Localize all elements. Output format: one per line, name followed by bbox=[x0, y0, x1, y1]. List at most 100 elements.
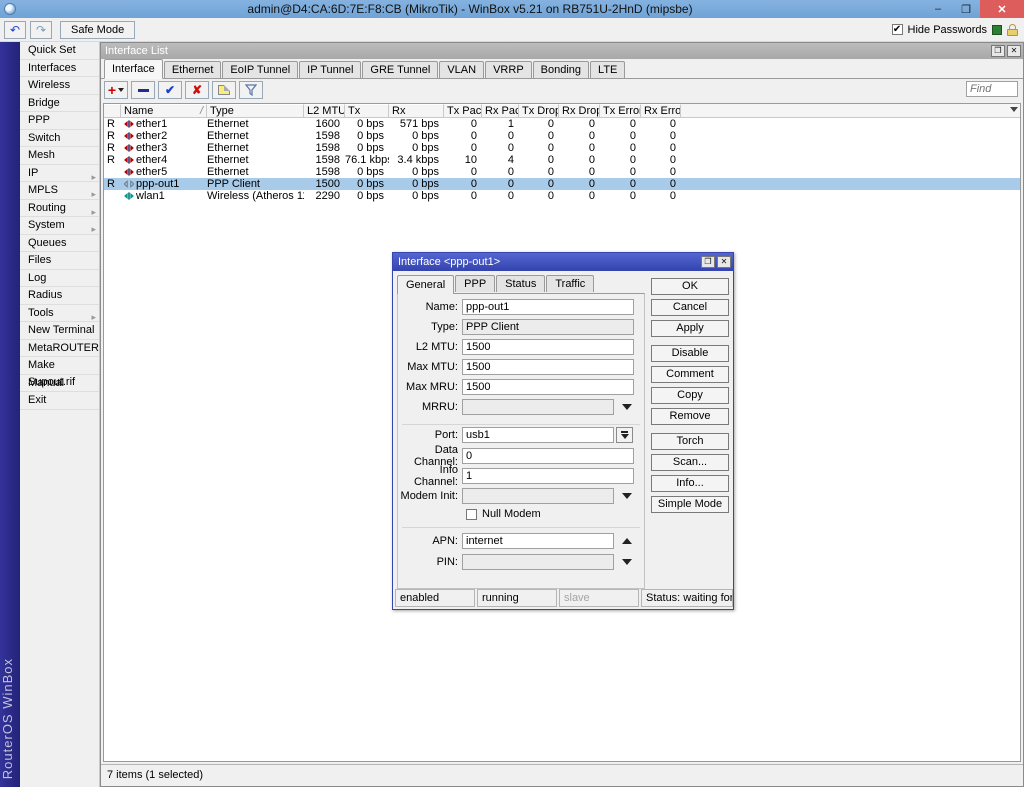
info-channel-field[interactable] bbox=[462, 468, 634, 484]
sidebar-item-ip[interactable]: IP▸ bbox=[20, 165, 99, 183]
redo-button[interactable]: ↷ bbox=[30, 21, 52, 39]
table-row-ether5[interactable]: ether5 Ethernet 1598 0 bps 0 bps 0 0 0 0… bbox=[104, 166, 1020, 178]
table-row-ether3[interactable]: R ether3 Ethernet 1598 0 bps 0 bps 0 0 0… bbox=[104, 142, 1020, 154]
dialog-close-button[interactable]: ✕ bbox=[717, 256, 731, 268]
enable-button[interactable]: ✔ bbox=[158, 81, 182, 99]
close-button[interactable]: ✕ bbox=[980, 0, 1024, 18]
tab-vlan[interactable]: VLAN bbox=[439, 61, 484, 78]
data-channel-field[interactable] bbox=[462, 448, 634, 464]
modem-init-field[interactable] bbox=[462, 488, 614, 504]
name-field[interactable] bbox=[462, 299, 634, 315]
column-filter-icon[interactable] bbox=[1010, 107, 1018, 112]
table-row-ether2[interactable]: R ether2 Ethernet 1598 0 bps 0 bps 0 0 0… bbox=[104, 130, 1020, 142]
tab-ethernet[interactable]: Ethernet bbox=[164, 61, 222, 78]
scan-button[interactable]: Scan... bbox=[651, 454, 729, 471]
column-header-tx-errors[interactable]: Tx Errors bbox=[600, 104, 641, 118]
tab-status[interactable]: Status bbox=[496, 275, 545, 292]
remove-button[interactable]: Remove bbox=[651, 408, 729, 425]
max-mru-field[interactable] bbox=[462, 379, 634, 395]
hide-passwords-checkbox[interactable]: ✔ bbox=[892, 24, 903, 35]
tab-gre-tunnel[interactable]: GRE Tunnel bbox=[362, 61, 438, 78]
column-header-tx-drops[interactable]: Tx Drops bbox=[519, 104, 559, 118]
comment-button[interactable] bbox=[212, 81, 236, 99]
window-restore-button[interactable]: ❐ bbox=[991, 45, 1005, 57]
column-header-tx[interactable]: Tx bbox=[345, 104, 389, 118]
sidebar-item-make-supout[interactable]: Make Supout.rif bbox=[20, 357, 99, 375]
column-header-type[interactable]: Type bbox=[207, 104, 304, 118]
info-button[interactable]: Info... bbox=[651, 475, 729, 492]
filter-button[interactable] bbox=[239, 81, 263, 99]
undo-button[interactable]: ↶ bbox=[4, 21, 26, 39]
apply-button[interactable]: Apply bbox=[651, 320, 729, 337]
tab-ip-tunnel[interactable]: IP Tunnel bbox=[299, 61, 361, 78]
table-row-ether1[interactable]: R ether1 Ethernet 1600 0 bps 571 bps 0 1… bbox=[104, 118, 1020, 130]
sidebar-item-interfaces[interactable]: Interfaces bbox=[20, 60, 99, 78]
column-header-l2mtu[interactable]: L2 MTU bbox=[304, 104, 345, 118]
column-header-rx-drops[interactable]: Rx Drops bbox=[559, 104, 600, 118]
find-input[interactable] bbox=[966, 81, 1018, 97]
sidebar-item-manual[interactable]: Manual bbox=[20, 375, 99, 393]
cancel-button[interactable]: Cancel bbox=[651, 299, 729, 316]
sidebar-item-switch[interactable]: Switch bbox=[20, 130, 99, 148]
sidebar-item-bridge[interactable]: Bridge bbox=[20, 95, 99, 113]
minimize-button[interactable]: – bbox=[924, 0, 952, 18]
dropdown-arrow-icon[interactable] bbox=[622, 404, 632, 410]
dropdown-arrow-icon[interactable] bbox=[622, 493, 632, 499]
column-header-rx-errors[interactable]: Rx Errors bbox=[641, 104, 681, 118]
tab-vrrp[interactable]: VRRP bbox=[485, 61, 532, 78]
sidebar-item-routing[interactable]: Routing▸ bbox=[20, 200, 99, 218]
sidebar-item-quick-set[interactable]: Quick Set bbox=[20, 42, 99, 60]
port-field[interactable] bbox=[462, 427, 614, 443]
simple-mode-button[interactable]: Simple Mode bbox=[651, 496, 729, 513]
remove-button[interactable] bbox=[131, 81, 155, 99]
apn-field[interactable] bbox=[462, 533, 614, 549]
ok-button[interactable]: OK bbox=[651, 278, 729, 295]
safe-mode-button[interactable]: Safe Mode bbox=[60, 21, 135, 39]
sidebar-item-files[interactable]: Files bbox=[20, 252, 99, 270]
mrru-field[interactable] bbox=[462, 399, 614, 415]
restore-button[interactable]: ❐ bbox=[952, 0, 980, 18]
sidebar-item-mpls[interactable]: MPLS▸ bbox=[20, 182, 99, 200]
torch-button[interactable]: Torch bbox=[651, 433, 729, 450]
dialog-restore-button[interactable]: ❐ bbox=[701, 256, 715, 268]
disable-button[interactable]: ✘ bbox=[185, 81, 209, 99]
column-header-rx-packets[interactable]: Rx Pac... bbox=[482, 104, 519, 118]
column-header-name[interactable]: Name/ bbox=[121, 104, 207, 118]
l2mtu-field[interactable] bbox=[462, 339, 634, 355]
disable-button[interactable]: Disable bbox=[651, 345, 729, 362]
tab-interface[interactable]: Interface bbox=[104, 59, 163, 79]
table-row-ppp-out1-selected[interactable]: R ppp-out1 PPP Client 1500 0 bps 0 bps 0… bbox=[104, 178, 1020, 190]
sidebar-item-metarouter[interactable]: MetaROUTER bbox=[20, 340, 99, 358]
sidebar-item-radius[interactable]: Radius bbox=[20, 287, 99, 305]
sidebar-item-queues[interactable]: Queues bbox=[20, 235, 99, 253]
tab-eoip-tunnel[interactable]: EoIP Tunnel bbox=[222, 61, 298, 78]
add-button[interactable]: + bbox=[104, 81, 128, 99]
sidebar-item-system[interactable]: System▸ bbox=[20, 217, 99, 235]
tab-ppp[interactable]: PPP bbox=[455, 275, 495, 292]
window-close-button[interactable]: ✕ bbox=[1007, 45, 1021, 57]
sidebar-item-mesh[interactable]: Mesh bbox=[20, 147, 99, 165]
sidebar-item-wireless[interactable]: Wireless bbox=[20, 77, 99, 95]
table-row-ether4[interactable]: R ether4 Ethernet 1598 76.1 kbps 3.4 kbp… bbox=[104, 154, 1020, 166]
dropdown-arrow-icon[interactable] bbox=[622, 559, 632, 565]
comment-button[interactable]: Comment bbox=[651, 366, 729, 383]
port-list-button[interactable] bbox=[616, 427, 633, 443]
sidebar-item-new-terminal[interactable]: New Terminal bbox=[20, 322, 99, 340]
pin-field[interactable] bbox=[462, 554, 614, 570]
collapse-arrow-icon[interactable] bbox=[622, 538, 632, 544]
sidebar-item-log[interactable]: Log bbox=[20, 270, 99, 288]
column-header-tx-packets[interactable]: Tx Pac... bbox=[444, 104, 482, 118]
tab-lte[interactable]: LTE bbox=[590, 61, 625, 78]
table-row-wlan1[interactable]: wlan1 Wireless (Atheros 11N) 2290 0 bps … bbox=[104, 190, 1020, 202]
tab-traffic[interactable]: Traffic bbox=[546, 275, 594, 292]
tab-bonding[interactable]: Bonding bbox=[533, 61, 589, 78]
sidebar-item-tools[interactable]: Tools▸ bbox=[20, 305, 99, 323]
column-header-rx[interactable]: Rx bbox=[389, 104, 444, 118]
tab-general[interactable]: General bbox=[397, 275, 454, 294]
sidebar-item-exit[interactable]: Exit bbox=[20, 392, 99, 410]
null-modem-checkbox[interactable] bbox=[466, 509, 477, 520]
column-header-flag[interactable] bbox=[104, 104, 121, 118]
copy-button[interactable]: Copy bbox=[651, 387, 729, 404]
max-mtu-field[interactable] bbox=[462, 359, 634, 375]
sidebar-item-ppp[interactable]: PPP bbox=[20, 112, 99, 130]
